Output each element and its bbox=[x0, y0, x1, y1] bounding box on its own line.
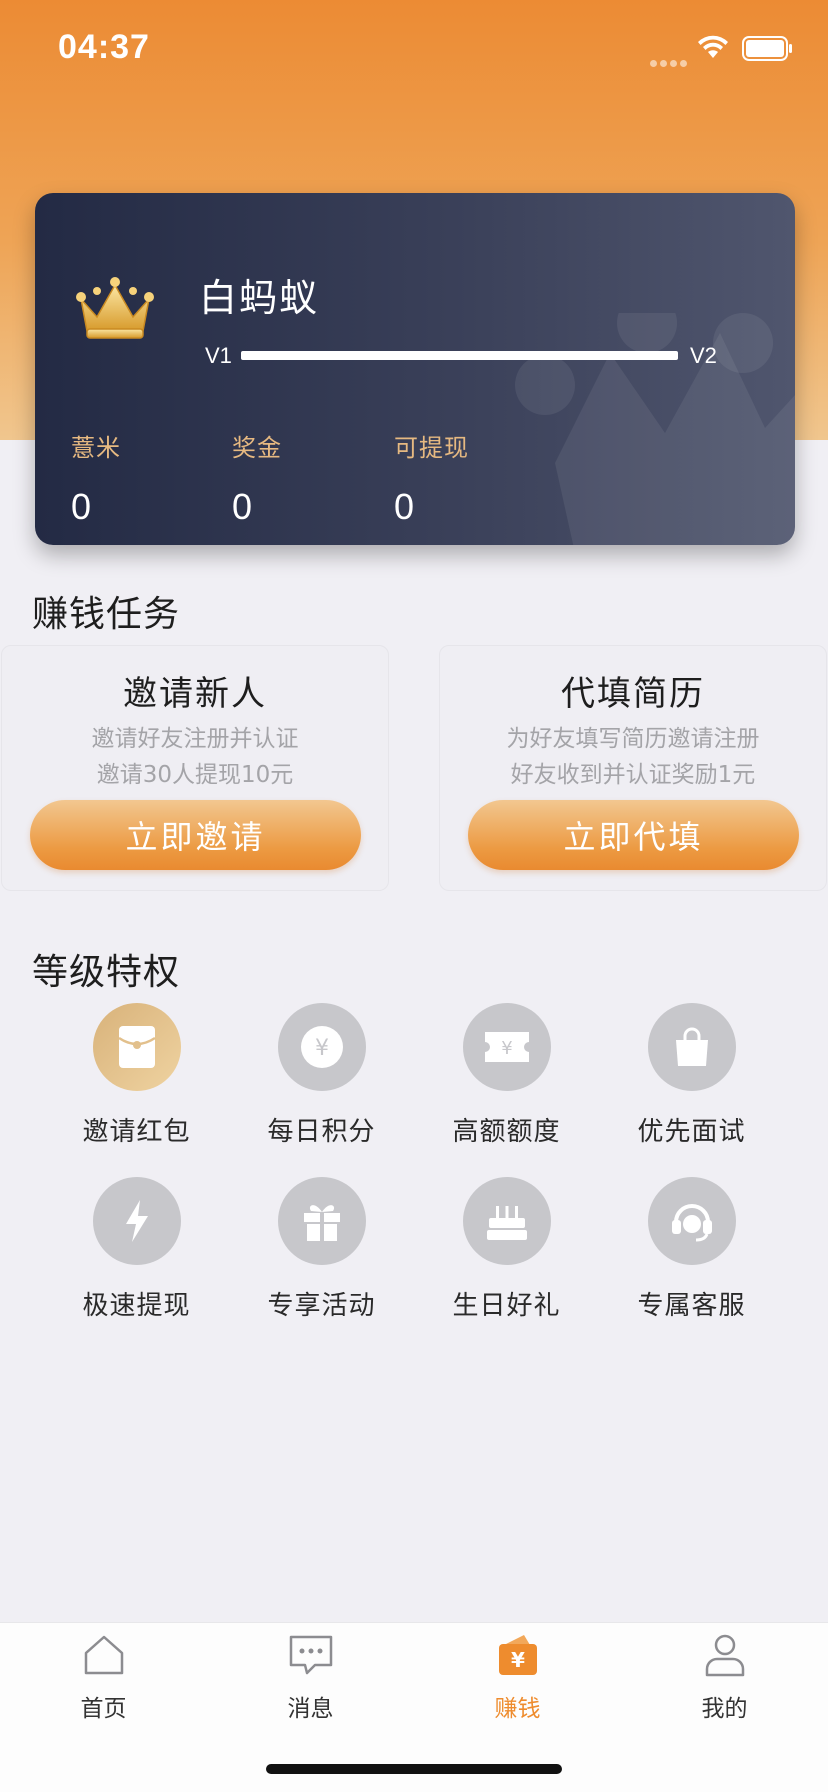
task-desc: 邀请好友注册并认证 bbox=[91, 726, 299, 752]
stat-label: 可提现 bbox=[394, 434, 469, 462]
level-progress-bar bbox=[241, 351, 678, 360]
headset-icon bbox=[671, 1204, 712, 1242]
signal-icon bbox=[650, 52, 690, 71]
privilege-label: 邀请红包 bbox=[82, 1117, 191, 1147]
status-time: 04:37 bbox=[58, 28, 150, 66]
gift-icon bbox=[303, 1205, 340, 1241]
level-current: V1 bbox=[205, 343, 232, 368]
fill-now-button[interactable]: 立即代填 bbox=[468, 800, 799, 870]
privilege-dedicated-service[interactable]: 专属客服 bbox=[599, 1177, 784, 1322]
privilege-label: 高额额度 bbox=[452, 1117, 561, 1147]
battery-icon bbox=[742, 36, 792, 61]
cake-icon bbox=[486, 1206, 527, 1240]
task-title: 代填简历 bbox=[561, 674, 705, 714]
invite-now-button[interactable]: 立即邀请 bbox=[30, 800, 361, 870]
level-next: V2 bbox=[690, 343, 717, 368]
stat-value: 0 bbox=[394, 486, 415, 527]
privilege-label: 极速提现 bbox=[82, 1291, 191, 1321]
wallet-icon: ¥ bbox=[498, 1635, 537, 1675]
stat-yimi[interactable]: 薏米 0 bbox=[71, 428, 121, 527]
privilege-label: 优先面试 bbox=[637, 1117, 746, 1147]
tasks-section-title: 赚钱任务 bbox=[32, 594, 181, 635]
task-desc: 为好友填写简历邀请注册 bbox=[506, 726, 760, 752]
svg-text:¥: ¥ bbox=[511, 1648, 525, 1672]
tab-home[interactable]: 首页 bbox=[0, 1631, 207, 1723]
privilege-high-limit[interactable]: ¥ 高额额度 bbox=[414, 1003, 599, 1148]
privilege-label: 专属客服 bbox=[637, 1291, 746, 1321]
crown-watermark-icon bbox=[515, 313, 795, 545]
member-card: 白蚂蚁 V1 V2 薏米 0 奖金 0 可提现 0 bbox=[35, 193, 795, 545]
tab-mine[interactable]: 我的 bbox=[621, 1631, 828, 1723]
tab-label: 赚钱 bbox=[494, 1696, 541, 1722]
task-card-invite: 邀请新人 邀请好友注册并认证 邀请30人提现10元 立即邀请 bbox=[1, 645, 389, 891]
stat-withdrawable[interactable]: 可提现 0 bbox=[394, 428, 469, 527]
svg-text:¥: ¥ bbox=[501, 1038, 512, 1059]
privilege-label: 生日好礼 bbox=[452, 1291, 561, 1321]
privilege-birthday-gift[interactable]: 生日好礼 bbox=[414, 1177, 599, 1322]
tab-label: 消息 bbox=[287, 1696, 334, 1722]
privilege-daily-points[interactable]: ¥ 每日积分 bbox=[229, 1003, 414, 1148]
stat-label: 薏米 bbox=[71, 434, 121, 462]
stat-value: 0 bbox=[71, 486, 92, 527]
privilege-invite-red-envelope[interactable]: 邀请红包 bbox=[44, 1003, 229, 1148]
tab-label: 首页 bbox=[80, 1696, 127, 1722]
task-card-fill-resume: 代填简历 为好友填写简历邀请注册 好友收到并认证奖励1元 立即代填 bbox=[439, 645, 827, 891]
privilege-exclusive-activity[interactable]: 专享活动 bbox=[229, 1177, 414, 1322]
stat-bonus[interactable]: 奖金 0 bbox=[232, 428, 282, 527]
stat-label: 奖金 bbox=[232, 434, 282, 462]
task-desc: 邀请30人提现10元 bbox=[96, 762, 294, 788]
stat-value: 0 bbox=[232, 486, 253, 527]
user-name: 白蚂蚁 bbox=[199, 276, 320, 320]
svg-text:¥: ¥ bbox=[315, 1036, 329, 1061]
status-bar: 04:37 bbox=[0, 0, 828, 100]
lightning-icon bbox=[125, 1200, 148, 1242]
privilege-label: 专享活动 bbox=[267, 1291, 376, 1321]
home-indicator bbox=[266, 1764, 562, 1774]
tab-messages[interactable]: 消息 bbox=[207, 1631, 414, 1723]
tab-earn[interactable]: ¥ 赚钱 bbox=[414, 1631, 621, 1723]
message-icon bbox=[289, 1635, 332, 1675]
wifi-icon bbox=[698, 35, 728, 58]
red-envelope-icon bbox=[117, 1026, 156, 1068]
yen-ticket-icon: ¥ bbox=[484, 1032, 529, 1062]
privilege-label: 每日积分 bbox=[267, 1117, 376, 1147]
crown-icon bbox=[76, 277, 154, 339]
tab-label: 我的 bbox=[701, 1696, 748, 1722]
bag-icon bbox=[675, 1027, 708, 1066]
task-desc: 好友收到并认证奖励1元 bbox=[510, 762, 756, 788]
privilege-priority-interview[interactable]: 优先面试 bbox=[599, 1003, 784, 1148]
task-title: 邀请新人 bbox=[123, 674, 267, 714]
yen-coin-icon: ¥ bbox=[300, 1026, 343, 1068]
home-icon bbox=[84, 1635, 123, 1675]
profile-icon bbox=[705, 1634, 744, 1677]
privileges-section-title: 等级特权 bbox=[32, 952, 181, 993]
privilege-fast-withdraw[interactable]: 极速提现 bbox=[44, 1177, 229, 1322]
